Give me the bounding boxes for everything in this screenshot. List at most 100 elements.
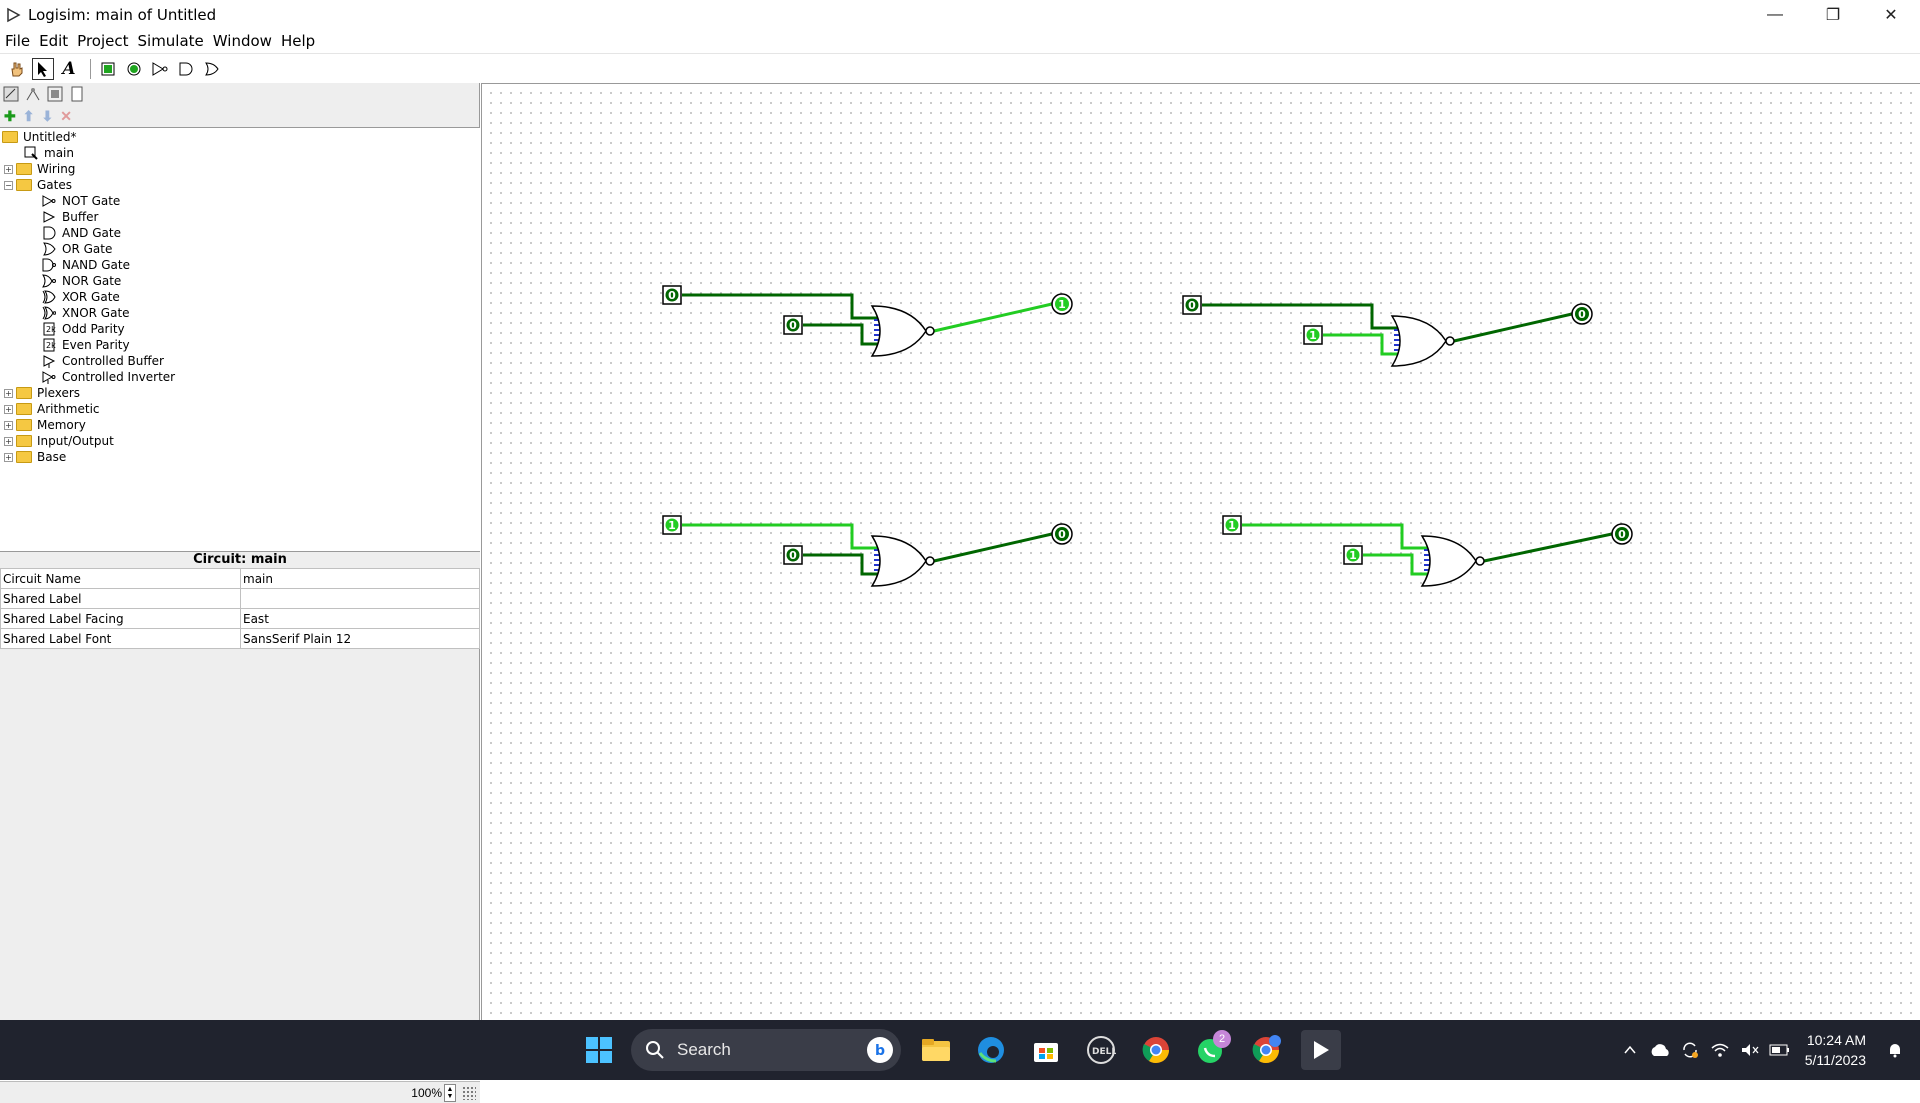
add-output-pin-icon[interactable] xyxy=(123,58,145,80)
bing-icon[interactable]: b xyxy=(867,1037,893,1063)
whatsapp-icon[interactable]: 2 xyxy=(1191,1030,1231,1070)
menu-edit[interactable]: Edit xyxy=(39,32,68,50)
tree-project[interactable]: Untitled* xyxy=(2,129,76,145)
chrome-icon[interactable] xyxy=(1136,1030,1176,1070)
expand-icon[interactable]: + xyxy=(4,388,13,398)
tree-circuit-main[interactable]: main xyxy=(24,145,74,161)
tree-folder-base[interactable]: + Base xyxy=(4,449,66,465)
tree-folder-plexers[interactable]: + Plexers xyxy=(4,385,80,401)
grid-toggle-icon[interactable] xyxy=(462,1085,476,1100)
close-button[interactable]: ✕ xyxy=(1862,0,1920,29)
nor-gate[interactable] xyxy=(870,305,927,357)
nor-gate[interactable] xyxy=(1420,535,1477,587)
tree-gate-nand[interactable]: NAND Gate xyxy=(42,257,130,273)
tree-gate-buffer[interactable]: Buffer xyxy=(42,209,98,225)
wire-input-b[interactable] xyxy=(803,323,878,346)
wire-input-a[interactable] xyxy=(1202,303,1398,330)
zoom-up-icon[interactable]: ▲ xyxy=(447,1086,454,1093)
attribute-value[interactable] xyxy=(240,588,480,609)
tree-gate-even-parity[interactable]: 2k Even Parity xyxy=(42,337,130,353)
toolbox-view-icon[interactable] xyxy=(2,85,20,103)
nor-gate[interactable] xyxy=(1390,315,1447,367)
appearance-view-icon[interactable] xyxy=(68,85,86,103)
menu-file[interactable]: File xyxy=(5,32,30,50)
layout-view-icon[interactable] xyxy=(46,85,64,103)
wire-input-a[interactable] xyxy=(682,293,878,320)
tree-folder-arithmetic[interactable]: + Arithmetic xyxy=(4,401,100,417)
wire-input-b[interactable] xyxy=(1323,333,1398,356)
select-tool-arrow-icon[interactable] xyxy=(32,58,54,80)
add-or-gate-icon[interactable] xyxy=(201,58,223,80)
project-tree: Untitled* main + Wiring − Gates NOT Gate B… xyxy=(0,127,480,552)
tree-gate-label: NAND Gate xyxy=(62,258,130,272)
tree-folder-gates[interactable]: − Gates xyxy=(4,177,72,193)
expand-icon[interactable]: + xyxy=(4,420,13,430)
wire-output[interactable] xyxy=(1483,532,1613,563)
microsoft-store-icon[interactable] xyxy=(1026,1030,1066,1070)
file-explorer-icon[interactable] xyxy=(916,1030,956,1070)
wire-input-a[interactable] xyxy=(1242,523,1428,550)
attribute-value[interactable]: SansSerif Plain 12 xyxy=(240,628,480,649)
wire-input-b[interactable] xyxy=(1363,553,1428,576)
maximize-button[interactable]: ❐ xyxy=(1804,0,1862,29)
tree-gate-not[interactable]: NOT Gate xyxy=(42,193,120,209)
tree-gate-and[interactable]: AND Gate xyxy=(42,225,121,241)
tree-gate-xor[interactable]: XOR Gate xyxy=(42,289,120,305)
edge-browser-icon[interactable] xyxy=(971,1030,1011,1070)
expand-icon[interactable]: + xyxy=(4,404,13,414)
notifications-icon[interactable] xyxy=(1880,1035,1910,1065)
text-tool-icon[interactable]: A xyxy=(58,58,80,80)
wifi-icon[interactable] xyxy=(1705,1035,1735,1065)
tree-folder-wiring[interactable]: + Wiring xyxy=(4,161,75,177)
add-circuit-button[interactable]: ✚ xyxy=(4,108,16,125)
menu-simulate[interactable]: Simulate xyxy=(138,32,204,50)
wire-output[interactable] xyxy=(1453,312,1573,343)
tree-gate-controlled-buffer[interactable]: Controlled Buffer xyxy=(42,353,164,369)
expand-icon[interactable]: + xyxy=(4,164,13,174)
wire-input-a[interactable] xyxy=(682,523,878,550)
tree-folder-input-output[interactable]: + Input/Output xyxy=(4,433,114,449)
remove-circuit-button[interactable]: ✕ xyxy=(60,108,72,125)
expand-icon[interactable]: + xyxy=(4,436,13,446)
zoom-spinner[interactable]: ▲ ▼ xyxy=(444,1083,456,1102)
tree-gate-or[interactable]: OR Gate xyxy=(42,241,112,257)
expand-icon[interactable]: + xyxy=(4,452,13,462)
tree-gate-odd-parity[interactable]: 2k Odd Parity xyxy=(42,321,125,337)
tree-gate-controlled-inverter[interactable]: Controlled Inverter xyxy=(42,369,175,385)
minimize-button[interactable]: — xyxy=(1746,0,1804,29)
tree-gate-nor[interactable]: NOR Gate xyxy=(42,273,121,289)
clock[interactable]: 10:24 AM 5/11/2023 xyxy=(1805,1030,1866,1070)
sync-icon[interactable] xyxy=(1675,1035,1705,1065)
poke-tool-hand-icon[interactable] xyxy=(6,58,28,80)
move-down-button[interactable]: ⬇ xyxy=(41,108,53,125)
add-input-pin-icon[interactable] xyxy=(97,58,119,80)
nor-gate[interactable] xyxy=(870,535,927,587)
windows-start-icon[interactable] xyxy=(579,1030,619,1070)
chevron-up-icon[interactable] xyxy=(1615,1035,1645,1065)
chrome-profile-icon[interactable] xyxy=(1246,1030,1286,1070)
volume-muted-icon[interactable] xyxy=(1735,1035,1765,1065)
menu-window[interactable]: Window xyxy=(213,32,272,50)
wire-input-b[interactable] xyxy=(803,553,878,576)
menu-project[interactable]: Project xyxy=(77,32,128,50)
add-and-gate-icon[interactable] xyxy=(175,58,197,80)
attribute-value[interactable]: main xyxy=(240,568,480,589)
circuit-canvas[interactable]: 0 0 1 0 1 0 1 0 0 1 1 0 xyxy=(481,83,1920,1020)
wire-output[interactable] xyxy=(933,302,1053,333)
tree-folder-memory[interactable]: + Memory xyxy=(4,417,86,433)
wire-output[interactable] xyxy=(933,532,1053,563)
move-up-button[interactable]: ⬆ xyxy=(23,108,35,125)
dell-icon[interactable]: DELL xyxy=(1081,1030,1121,1070)
zoom-down-icon[interactable]: ▼ xyxy=(447,1093,454,1100)
attribute-value[interactable]: East xyxy=(240,608,480,629)
logisim-taskbar-icon[interactable] xyxy=(1301,1030,1341,1070)
onedrive-cloud-icon[interactable] xyxy=(1645,1035,1675,1065)
simulation-tree-icon[interactable] xyxy=(24,85,42,103)
tree-gate-xnor[interactable]: XNOR Gate xyxy=(42,305,130,321)
input-pin-b-value: 1 xyxy=(1349,549,1357,562)
menu-help[interactable]: Help xyxy=(281,32,315,50)
battery-icon[interactable] xyxy=(1765,1035,1795,1065)
add-not-gate-icon[interactable] xyxy=(149,58,171,80)
taskbar-search[interactable]: Search b xyxy=(631,1029,901,1071)
collapse-icon[interactable]: − xyxy=(4,180,13,190)
